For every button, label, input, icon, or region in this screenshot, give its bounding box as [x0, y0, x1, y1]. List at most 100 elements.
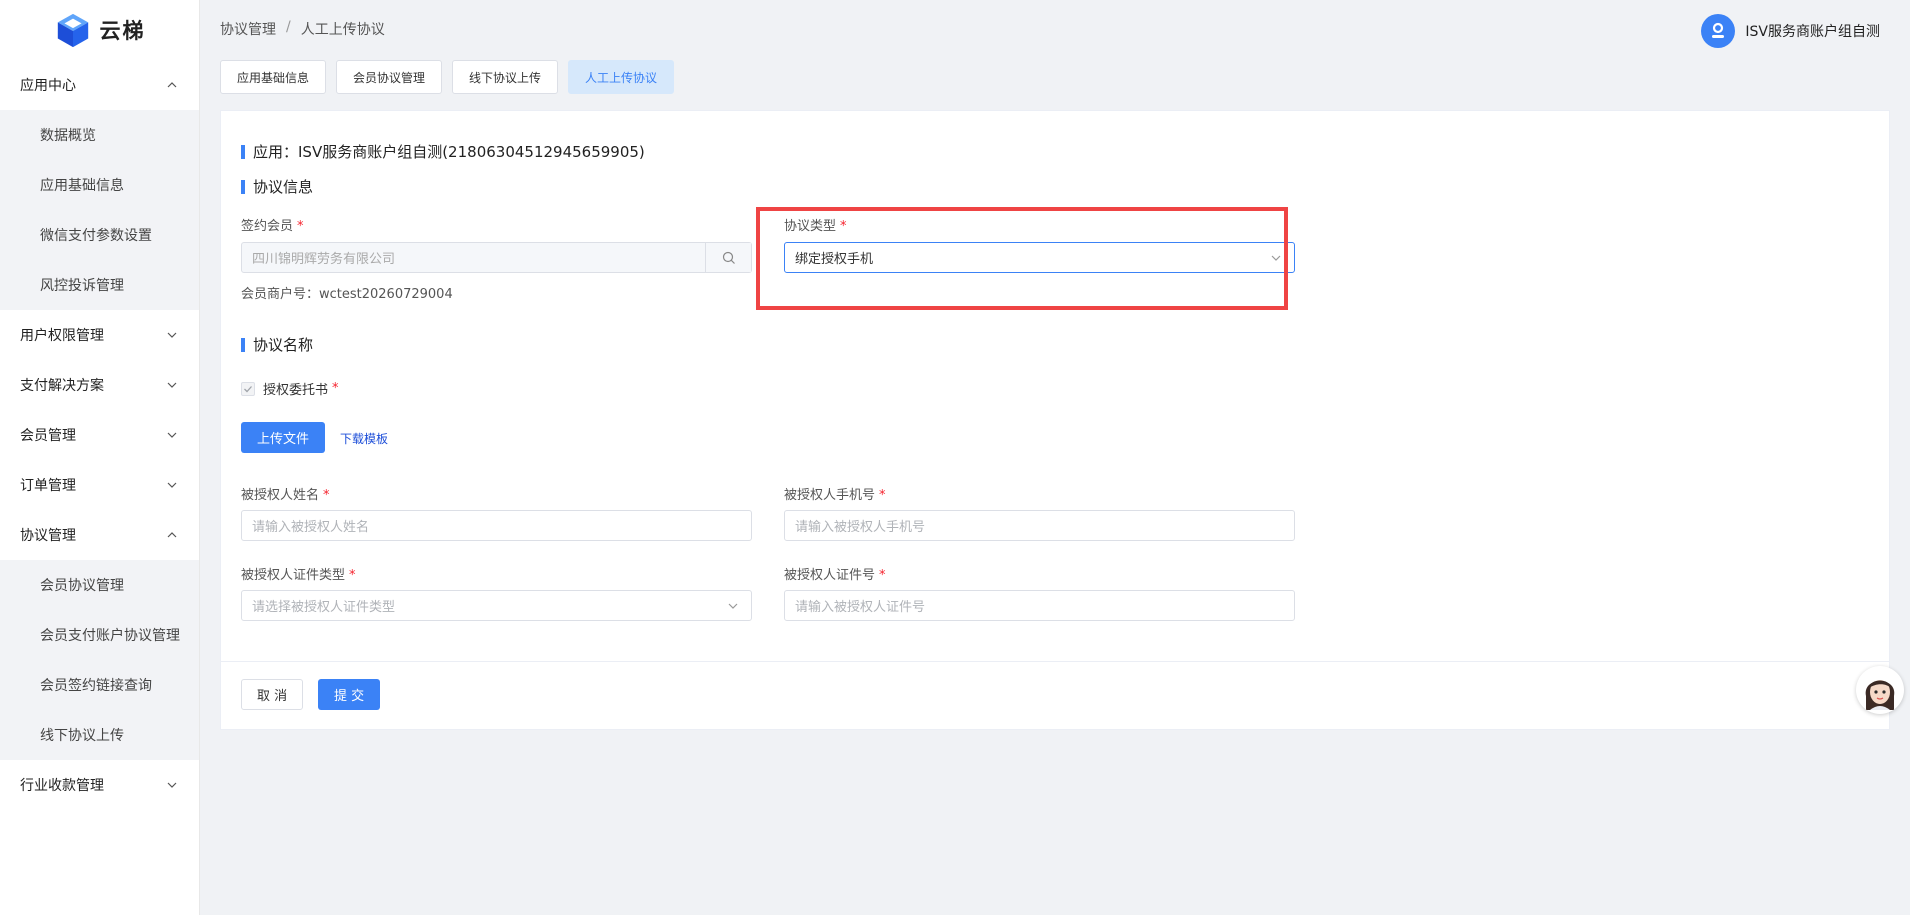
chevron-down-icon — [167, 332, 177, 338]
member-field: 四川锦明辉劳务有限公司 — [241, 242, 752, 273]
user-menu[interactable]: ISV服务商账户组自测 — [1701, 14, 1880, 48]
authorized-name-label: 被授权人姓名 * — [241, 484, 330, 503]
required-mark: * — [323, 488, 330, 503]
id-type-placeholder: 请选择被授权人证件类型 — [252, 600, 396, 615]
merchant-number: 会员商户号：wctest20260729004 — [241, 287, 453, 302]
cube-logo-icon — [57, 13, 88, 48]
brand-name: 云梯 — [99, 18, 146, 43]
id-number-label: 被授权人证件号 * — [784, 564, 886, 583]
required-mark: * — [840, 219, 847, 234]
tab-bar: 应用基础信息 会员协议管理 线下协议上传 人工上传协议 — [220, 60, 675, 94]
checkbox-label: 授权委托书 — [263, 383, 329, 398]
authorized-phone-input[interactable]: 请输入被授权人手机号 — [784, 510, 1295, 541]
breadcrumb-separator: / — [286, 19, 291, 35]
check-icon — [244, 385, 252, 392]
type-label: 协议类型 * — [784, 215, 847, 234]
assistant-avatar-button[interactable] — [1856, 666, 1904, 714]
breadcrumb-current: 人工上传协议 — [300, 22, 385, 38]
menu-group-agreements: 协议管理 会员协议管理 会员支付账户协议管理 会员签约链接查询 线下协议上传 — [0, 510, 199, 760]
member-label: 签约会员 * — [241, 215, 304, 234]
required-mark: * — [879, 488, 886, 503]
user-name: ISV服务商账户组自测 — [1745, 24, 1880, 40]
id-number-input[interactable]: 请输入被授权人证件号 — [784, 590, 1295, 621]
menu-label: 协议管理 — [20, 528, 76, 544]
member-value: 四川锦明辉劳务有限公司 — [252, 252, 396, 267]
sidebar-item-risk-complaints[interactable]: 风控投诉管理 — [0, 260, 199, 310]
chevron-up-icon — [167, 532, 177, 538]
sidebar-item-app-basic-info[interactable]: 应用基础信息 — [0, 160, 199, 210]
tab-app-basic-info[interactable]: 应用基础信息 — [220, 60, 327, 94]
menu-label: 行业收款管理 — [20, 778, 104, 794]
submit-button[interactable]: 提 交 — [318, 679, 381, 710]
sidebar-item-offline-agreement-upload[interactable]: 线下协议上传 — [0, 710, 199, 760]
sidebar-item-member-agreements[interactable]: 会员协议管理 — [0, 560, 199, 610]
assistant-avatar-icon — [1865, 680, 1895, 710]
menu-order-management[interactable]: 订单管理 — [0, 460, 199, 510]
avatar — [1701, 14, 1736, 48]
menu-user-permissions[interactable]: 用户权限管理 — [0, 310, 199, 360]
download-template-link[interactable]: 下载模板 — [340, 430, 388, 447]
app-title: 应用：ISV服务商账户组自测(21806304512945659905) — [241, 141, 645, 162]
chevron-down-icon — [167, 382, 177, 388]
search-icon — [722, 251, 735, 264]
id-type-select[interactable]: 请选择被授权人证件类型 — [241, 590, 752, 621]
section-title-text: 协议信息 — [253, 178, 314, 196]
menu-app-center[interactable]: 应用中心 — [0, 60, 199, 110]
section-agreement-info: 协议信息 — [241, 176, 313, 197]
agreement-type-select[interactable]: 绑定授权手机 — [784, 242, 1295, 273]
submenu-app-center: 数据概览 应用基础信息 微信支付参数设置 风控投诉管理 — [0, 110, 199, 310]
user-icon — [1712, 22, 1725, 38]
member-search-button[interactable] — [705, 243, 751, 272]
section-title-text: 协议名称 — [253, 336, 314, 354]
form-card: 应用：ISV服务商账户组自测(21806304512945659905) 协议信… — [220, 110, 1890, 730]
breadcrumb: 协议管理 / 人工上传协议 — [220, 19, 385, 39]
chevron-up-icon — [167, 82, 177, 88]
sidebar-item-member-pay-account-agreements[interactable]: 会员支付账户协议管理 — [0, 610, 199, 660]
sidebar: 云梯 应用中心 数据概览 应用基础信息 微信支付参数设置 风控投诉管理 用户权限… — [0, 0, 200, 915]
menu-label: 应用中心 — [20, 78, 76, 94]
required-mark: * — [349, 568, 356, 583]
section-agreement-name: 协议名称 — [241, 334, 313, 355]
header: 协议管理 / 人工上传协议 — [200, 0, 1910, 58]
authorized-name-input[interactable]: 请输入被授权人姓名 — [241, 510, 752, 541]
menu-label: 支付解决方案 — [20, 378, 104, 394]
menu-label: 用户权限管理 — [20, 328, 104, 344]
checkbox-box[interactable] — [241, 381, 255, 396]
menu-member-management[interactable]: 会员管理 — [0, 410, 199, 460]
upload-file-button[interactable]: 上传文件 — [241, 422, 326, 453]
menu-industry-collection[interactable]: 行业收款管理 — [0, 760, 199, 810]
menu-label: 订单管理 — [20, 478, 76, 494]
chevron-down-icon — [728, 603, 738, 609]
agreement-type-value: 绑定授权手机 — [795, 252, 874, 267]
chevron-down-icon — [167, 432, 177, 438]
menu-agreement-management[interactable]: 协议管理 — [0, 510, 199, 560]
menu-label: 会员管理 — [20, 428, 76, 444]
required-mark: * — [297, 219, 304, 234]
required-mark: * — [879, 568, 886, 583]
app-title-text: 应用：ISV服务商账户组自测(21806304512945659905) — [253, 143, 645, 161]
tab-manual-upload[interactable]: 人工上传协议 — [568, 60, 675, 94]
id-type-label: 被授权人证件类型 * — [241, 564, 356, 583]
label-text: 被授权人手机号 — [784, 488, 876, 503]
section-bar — [241, 179, 245, 194]
label-text: 协议类型 — [784, 219, 837, 234]
cancel-button[interactable]: 取 消 — [241, 679, 304, 710]
menu-group-app-center: 应用中心 数据概览 应用基础信息 微信支付参数设置 风控投诉管理 — [0, 60, 199, 310]
menu-payment-solutions[interactable]: 支付解决方案 — [0, 360, 199, 410]
logo: 云梯 — [0, 0, 199, 60]
sidebar-item-wechat-pay-settings[interactable]: 微信支付参数设置 — [0, 210, 199, 260]
section-bar — [241, 144, 245, 159]
label-text: 被授权人证件号 — [784, 568, 876, 583]
chevron-down-icon — [1271, 255, 1281, 261]
section-bar — [241, 337, 245, 352]
label-text: 被授权人姓名 — [241, 488, 320, 503]
footer-divider — [221, 661, 1889, 662]
tab-offline-upload[interactable]: 线下协议上传 — [452, 60, 559, 94]
authorized-phone-label: 被授权人手机号 * — [784, 484, 886, 503]
authorization-letter-checkbox[interactable]: 授权委托书 * — [241, 379, 339, 398]
breadcrumb-item[interactable]: 协议管理 — [220, 19, 276, 39]
sidebar-item-data-overview[interactable]: 数据概览 — [0, 110, 199, 160]
tab-member-agreements[interactable]: 会员协议管理 — [336, 60, 443, 94]
sidebar-item-member-sign-link-query[interactable]: 会员签约链接查询 — [0, 660, 199, 710]
label-text: 签约会员 — [241, 219, 294, 234]
